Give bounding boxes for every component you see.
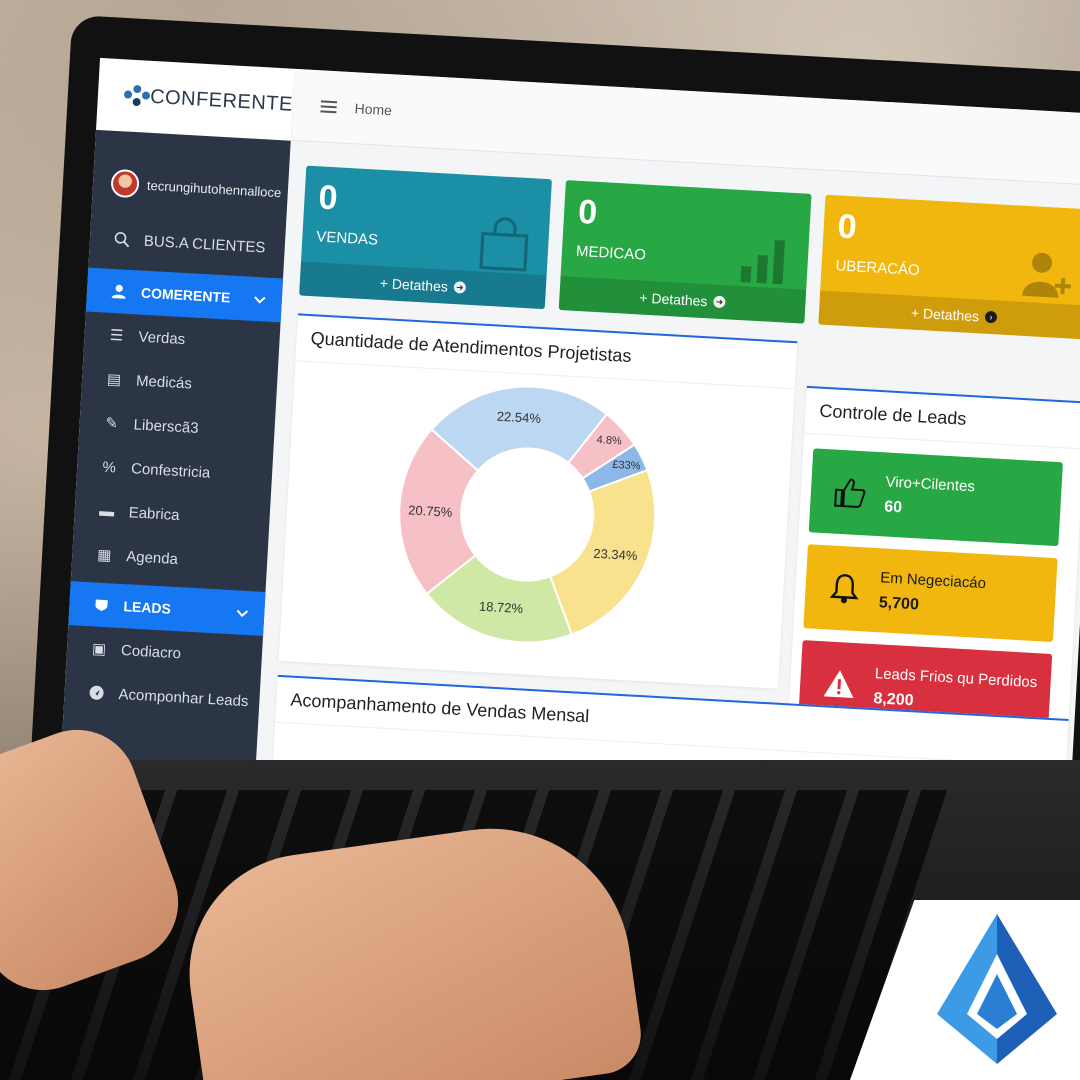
- lead-card-new-clients[interactable]: Viro+Cilentes 60: [808, 448, 1063, 547]
- donut-slice-label: 20.75%: [408, 502, 453, 519]
- donut-slice-label: 22.54%: [496, 409, 541, 426]
- percent-icon: %: [102, 458, 117, 476]
- arrow-circle-icon: ›: [984, 310, 998, 324]
- leads-control-panel: Controle de Leads Viro+Cilentes 60 Em Ne…: [788, 385, 1080, 738]
- donut-chart-panel: Quantidade de Atendimentos Projetistas 2…: [278, 313, 798, 689]
- sidebar-item-label: Eabrica: [128, 503, 180, 524]
- building-icon: ▣: [91, 640, 107, 659]
- details-label: + Detathes: [910, 304, 980, 325]
- user-profile[interactable]: tecrungihutohennalloce: [92, 130, 291, 221]
- sidebar-item-label: Codiacro: [120, 641, 182, 662]
- navigation-icon: [88, 684, 105, 701]
- breadcrumb[interactable]: Home: [354, 100, 392, 118]
- stat-label: UBERACÁO: [835, 257, 921, 280]
- sidebar-item-label: Confestricia: [130, 459, 211, 482]
- donut-slice-label: £33%: [612, 459, 641, 473]
- section-label: COMERENTE: [140, 284, 231, 306]
- user-icon: [111, 283, 128, 300]
- donut-chart: 22.54% 4.8% £33% 23.34% 18.72% 20.75%: [398, 385, 657, 644]
- stat-value: 0: [577, 192, 599, 232]
- stat-card-medicao[interactable]: 0 MEDICAO + Detathes ➜: [558, 180, 812, 324]
- brand-name: CONFERENTE: [149, 85, 294, 116]
- stat-value: 0: [836, 207, 858, 247]
- user-name: tecrungihutohennalloce: [146, 177, 282, 200]
- donut-slice-label: 18.72%: [479, 599, 524, 616]
- chart-icon: ▤: [106, 370, 122, 389]
- chevron-down-icon: [236, 604, 249, 621]
- arrow-circle-icon: ➜: [453, 281, 467, 294]
- list-icon: ▬: [98, 502, 115, 520]
- search-icon: [114, 231, 131, 248]
- panel-title: Controle de Leads: [804, 387, 1080, 450]
- avatar: [110, 168, 140, 199]
- lead-card-label: Leads Frios qu Perdidos: [874, 664, 1038, 691]
- shield-icon: [93, 596, 110, 613]
- arrow-circle-icon: ➜: [713, 295, 726, 309]
- details-label: + Detathes: [379, 274, 449, 295]
- sidebar-item-label: Verdas: [138, 328, 186, 348]
- sidebar-item-label: Medicás: [135, 371, 193, 393]
- details-label: + Detathes: [639, 289, 708, 310]
- shopping-bag-icon: [479, 217, 529, 272]
- stat-card-uberacao[interactable]: 0 UBERACÁO + Detathes ›: [818, 194, 1080, 340]
- lead-card-value: 5,700: [878, 593, 920, 613]
- search-clients-label: BUS.A CLIENTES: [143, 232, 266, 256]
- calendar-icon: ▦: [96, 546, 112, 565]
- menu-icon[interactable]: [320, 99, 338, 113]
- section-label: LEADS: [123, 598, 172, 617]
- chevron-down-icon: [253, 291, 266, 308]
- thumbs-up-icon: [834, 478, 866, 508]
- bell-icon: [829, 574, 859, 604]
- pyramid-logo-icon: [937, 914, 1057, 1064]
- tools-icon: ✎: [104, 414, 119, 433]
- sidebar-item-label: Acomponhar Leads: [118, 685, 249, 710]
- search-clients[interactable]: BUS.A CLIENTES: [89, 216, 286, 271]
- brand-logo-icon: [123, 84, 151, 107]
- lead-card-label: Viro+Cilentes: [885, 472, 976, 495]
- sidebar-item-label: Agenda: [125, 547, 179, 568]
- lead-card-negotiation[interactable]: Em Negeciacáo 5,700: [803, 544, 1058, 643]
- warning-icon: [823, 670, 854, 698]
- sidebar-item-label: Liberscã3: [133, 415, 200, 437]
- list-icon: ☰: [109, 326, 124, 345]
- bar-chart-icon: [740, 239, 785, 285]
- user-plus-icon: [1022, 252, 1071, 298]
- stat-label: MEDICAO: [575, 242, 647, 264]
- stat-label: VENDAS: [315, 228, 379, 249]
- lead-card-value: 60: [883, 497, 903, 516]
- lead-card-label: Em Negeciacáo: [879, 568, 987, 592]
- stat-value: 0: [317, 178, 339, 218]
- brand[interactable]: CONFERENTE: [96, 57, 295, 141]
- donut-slice-label: 4.8%: [596, 434, 622, 447]
- donut-slice-label: 23.34%: [593, 546, 638, 563]
- stat-card-vendas[interactable]: 0 VENDAS + Detathes ➜: [299, 165, 552, 310]
